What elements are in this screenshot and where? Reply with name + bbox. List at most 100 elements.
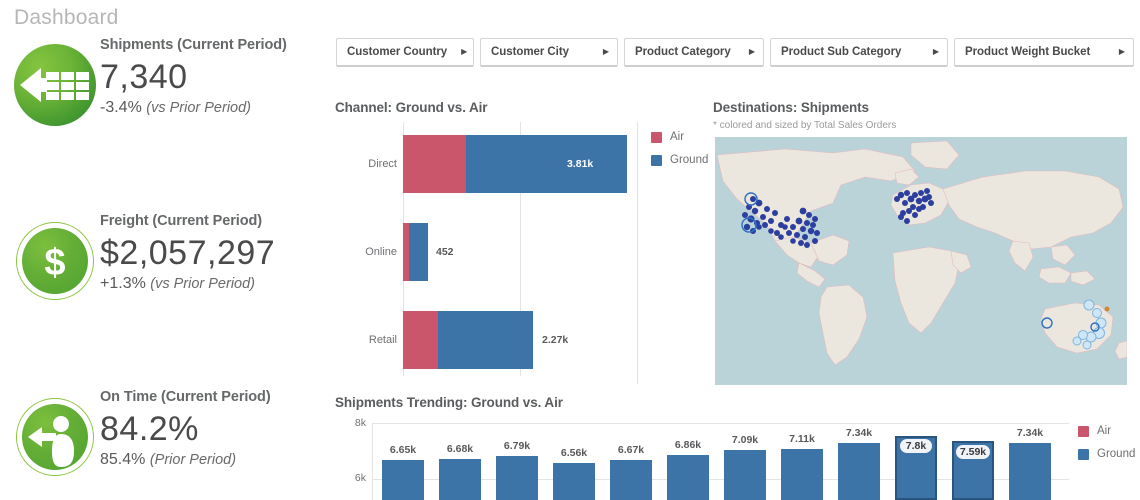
bar-segment-ground[interactable] (466, 135, 627, 193)
legend-label: Air (1097, 425, 1112, 437)
trending-bar-label: 6.79k (503, 440, 531, 452)
kpi-shipments[interactable]: Shipments (Current Period) 7,340 -3.4% (… (0, 36, 330, 151)
bar-online[interactable] (403, 223, 428, 281)
kpi-delta: 85.4% (Prior Period) (100, 450, 330, 470)
panel-divider (637, 122, 638, 384)
trending-bar-label: 6.65k (389, 444, 417, 456)
filter-product-sub-category[interactable]: Product Sub Category ▶ (770, 38, 948, 67)
trending-bar[interactable] (838, 443, 880, 500)
chevron-right-icon: ▶ (461, 47, 468, 56)
y-axis-tick: 8k (354, 417, 366, 429)
category-label: Direct (368, 158, 397, 170)
filter-label: Product Category (635, 46, 731, 58)
trending-bar[interactable] (667, 455, 709, 500)
trending-chart-legend: Air Ground (1078, 425, 1135, 471)
kpi-freight[interactable]: $ Freight (Current Period) $2,057,297 +1… (0, 212, 330, 327)
kpi-label: Shipments (Current Period) (100, 37, 287, 53)
trending-bar[interactable] (553, 463, 595, 500)
y-axis-tick: 6k (354, 472, 366, 484)
kpi-label: Freight (Current Period) (100, 213, 262, 229)
bar-value-label: 452 (436, 246, 454, 258)
dollar-circle-icon: $ (14, 220, 96, 302)
trending-bar-label: 6.56k (560, 447, 588, 459)
filter-product-weight-bucket[interactable]: Product Weight Bucket ▶ (954, 38, 1134, 67)
trending-chart-plot: 8k 6k 6.65k 6.68k 6.79k 6.56k 6.67k 6.86… (340, 415, 1140, 500)
bar-segment-air[interactable] (403, 311, 438, 369)
destinations-map[interactable] (715, 137, 1127, 385)
gridline (372, 423, 1069, 424)
trending-bar[interactable] (724, 450, 766, 500)
kpi-delta-value: -3.4% (100, 99, 142, 116)
legend-swatch-air (651, 131, 662, 143)
filter-product-category[interactable]: Product Category ▶ (624, 38, 764, 67)
trending-bar[interactable] (496, 456, 538, 500)
legend-item-air[interactable]: Air (1078, 425, 1135, 437)
trending-bar-label: 7.09k (731, 434, 759, 446)
legend-label: Ground (1097, 448, 1136, 460)
trending-bar-label: 7.8k (900, 439, 932, 453)
kpi-value: $2,057,297 (100, 234, 276, 272)
kpi-delta-value: +1.3% (100, 275, 146, 292)
filter-bar: Customer Country ▶ Customer City ▶ Produ… (336, 38, 1134, 67)
shipments-grid-arrow-icon (14, 44, 96, 126)
filter-label: Customer Country (347, 46, 448, 58)
kpi-delta: +1.3% (vs Prior Period) (100, 274, 330, 294)
filter-label: Customer City (491, 46, 569, 58)
map-title: Destinations: Shipments (713, 100, 869, 115)
trending-bar[interactable] (1009, 443, 1051, 500)
legend-swatch-ground (1078, 448, 1089, 460)
legend-item-ground[interactable]: Ground (1078, 448, 1135, 460)
filter-customer-country[interactable]: Customer Country ▶ (336, 38, 474, 67)
chevron-right-icon: ▶ (932, 47, 939, 56)
channel-chart-title: Channel: Ground vs. Air (335, 100, 488, 115)
kpi-delta-note: (vs Prior Period) (146, 100, 251, 116)
category-label: Retail (368, 334, 397, 346)
kpi-delta-note: (Prior Period) (149, 452, 237, 468)
axis-line (372, 423, 373, 500)
kpi-value: 7,340 (100, 58, 188, 96)
channel-chart-plot: Direct 3.81k Online 452 Retail 2.27k (335, 118, 638, 386)
dashboard-root: Dashboard Shipments (Current Period) 7,3… (0, 0, 1140, 500)
trending-bar[interactable] (439, 459, 481, 500)
bar-segment-air[interactable] (403, 135, 466, 193)
kpi-ontime[interactable]: On Time (Current Period) 84.2% 85.4% (Pr… (0, 388, 330, 500)
trending-bar-label: 6.68k (446, 443, 474, 455)
bar-segment-ground[interactable] (409, 223, 428, 281)
kpi-delta-value: 85.4% (100, 451, 146, 468)
trending-chart-title: Shipments Trending: Ground vs. Air (335, 395, 563, 410)
kpi-value: 84.2% (100, 410, 199, 448)
bar-segment-ground[interactable] (438, 311, 533, 369)
legend-swatch-ground (651, 154, 662, 166)
chevron-right-icon: ▶ (1118, 47, 1125, 56)
trending-bar-label: 6.67k (617, 444, 645, 456)
trending-bar[interactable] (781, 449, 823, 500)
legend-swatch-air (1078, 425, 1089, 437)
filter-customer-city[interactable]: Customer City ▶ (480, 38, 618, 67)
trending-bar-label: 7.34k (845, 427, 873, 439)
bar-value-label: 3.81k (567, 158, 594, 170)
category-label: Online (365, 246, 397, 258)
bar-retail[interactable] (403, 311, 533, 369)
map-subtitle: * colored and sized by Total Sales Order… (713, 120, 897, 131)
filter-label: Product Weight Bucket (965, 46, 1091, 58)
person-arrow-icon (14, 396, 96, 478)
svg-text:$: $ (44, 242, 65, 284)
legend-label: Ground (670, 154, 709, 166)
legend-item-ground[interactable]: Ground (651, 154, 708, 166)
kpi-delta: -3.4% (vs Prior Period) (100, 98, 330, 118)
legend-label: Air (670, 131, 685, 143)
kpi-delta-note: (vs Prior Period) (150, 276, 256, 292)
trending-bar-label: 7.34k (1016, 427, 1044, 439)
channel-chart-legend: Air Ground (651, 131, 708, 177)
kpi-label: On Time (Current Period) (100, 389, 271, 405)
page-title: Dashboard (14, 6, 119, 29)
bar-direct[interactable] (403, 135, 627, 193)
chevron-right-icon: ▶ (602, 47, 609, 56)
trending-bar[interactable] (382, 460, 424, 500)
trending-bar-label: 7.11k (789, 433, 815, 445)
chevron-right-icon: ▶ (748, 47, 755, 56)
legend-item-air[interactable]: Air (651, 131, 708, 143)
trending-bar-label: 7.59k (956, 445, 990, 459)
filter-label: Product Sub Category (781, 46, 902, 58)
trending-bar[interactable] (610, 460, 652, 500)
